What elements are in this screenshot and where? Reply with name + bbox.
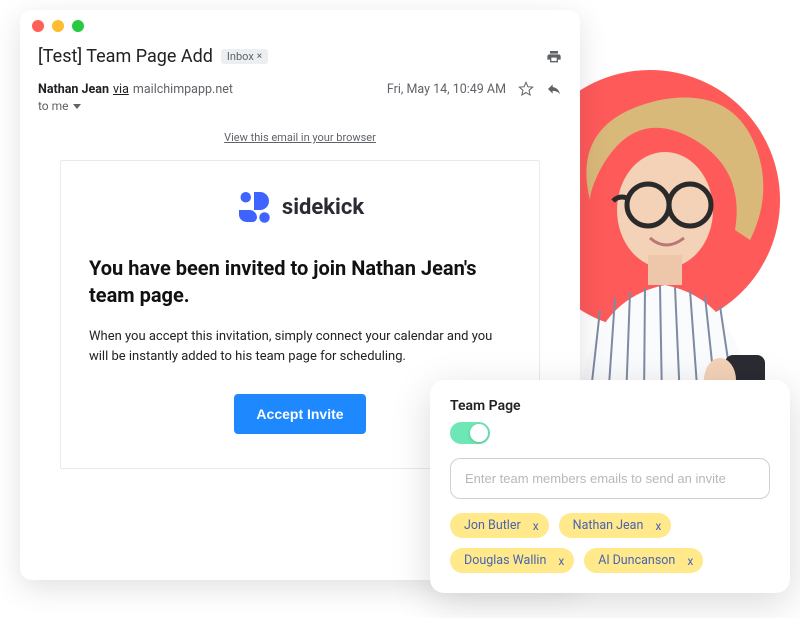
chip-remove-icon[interactable]: x bbox=[655, 519, 661, 533]
inbox-badge-remove-icon[interactable]: × bbox=[257, 51, 262, 62]
email-to-row[interactable]: to me bbox=[20, 99, 580, 121]
from-name: Nathan Jean bbox=[38, 82, 109, 97]
window-title-bar bbox=[20, 10, 580, 42]
brand-row: sidekick bbox=[89, 189, 511, 225]
email-from: Nathan Jean via mailchimpapp.net bbox=[38, 82, 233, 97]
member-chip-label: Nathan Jean bbox=[573, 518, 644, 533]
inbox-badge[interactable]: Inbox × bbox=[221, 49, 268, 64]
member-chip[interactable]: Douglas Wallin x bbox=[450, 548, 574, 573]
sidekick-logo-icon bbox=[236, 189, 272, 225]
member-chip[interactable]: Nathan Jean x bbox=[559, 513, 672, 538]
member-chip-label: Al Duncanson bbox=[598, 553, 675, 568]
member-chip-label: Jon Butler bbox=[464, 518, 521, 533]
team-page-toggle[interactable] bbox=[450, 422, 490, 444]
reply-icon[interactable] bbox=[546, 81, 562, 97]
window-minimize-dot[interactable] bbox=[52, 20, 64, 32]
chevron-down-icon bbox=[73, 104, 81, 109]
email-subject: [Test] Team Page Add bbox=[38, 46, 213, 67]
team-page-card: Team Page Jon ButlerxNathan JeanxDouglas… bbox=[430, 380, 790, 593]
via-word: via bbox=[113, 82, 129, 97]
toggle-knob bbox=[470, 424, 488, 442]
view-in-browser-link[interactable]: View this email in your browser bbox=[20, 121, 580, 154]
invite-heading: You have been invited to join Nathan Jea… bbox=[89, 255, 511, 309]
print-icon[interactable] bbox=[546, 49, 562, 65]
chip-remove-icon[interactable]: x bbox=[687, 554, 693, 568]
brand-name: sidekick bbox=[282, 195, 364, 220]
to-line: to me bbox=[38, 99, 69, 113]
window-zoom-dot[interactable] bbox=[72, 20, 84, 32]
chip-remove-icon[interactable]: x bbox=[558, 554, 564, 568]
invite-description: When you accept this invitation, simply … bbox=[89, 327, 511, 366]
window-close-dot[interactable] bbox=[32, 20, 44, 32]
chip-remove-icon[interactable]: x bbox=[533, 519, 539, 533]
accept-invite-button[interactable]: Accept Invite bbox=[234, 394, 365, 434]
email-timestamp: Fri, May 14, 10:49 AM bbox=[387, 82, 506, 97]
member-chips: Jon ButlerxNathan JeanxDouglas WallinxAl… bbox=[450, 513, 770, 573]
from-domain: mailchimpapp.net bbox=[133, 82, 233, 97]
member-chip[interactable]: Jon Butler x bbox=[450, 513, 549, 538]
member-chip[interactable]: Al Duncanson x bbox=[584, 548, 703, 573]
star-icon[interactable] bbox=[518, 81, 534, 97]
member-chip-label: Douglas Wallin bbox=[464, 553, 546, 568]
team-page-title: Team Page bbox=[450, 398, 770, 414]
team-email-input[interactable] bbox=[450, 458, 770, 499]
inbox-badge-label: Inbox bbox=[227, 50, 254, 63]
